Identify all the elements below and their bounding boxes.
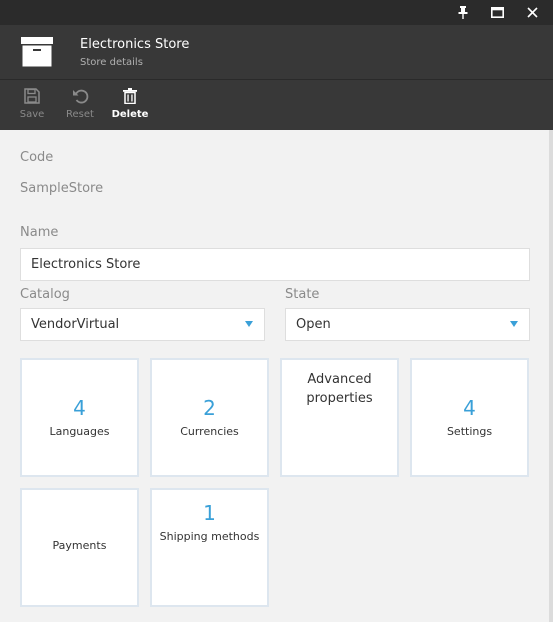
blade-content: Code SampleStore Name Electronics Store … <box>0 130 549 622</box>
archive-box-icon <box>21 37 53 71</box>
delete-label: Delete <box>111 109 149 120</box>
advanced-properties-label: Advanced properties <box>306 372 373 406</box>
toolbar: Save Reset Delete <box>0 80 553 130</box>
name-label: Name <box>20 225 59 240</box>
state-select[interactable]: Open <box>285 308 530 341</box>
chevron-down-icon <box>510 321 518 327</box>
save-button[interactable]: Save <box>16 80 48 130</box>
state-label: State <box>285 287 320 302</box>
payments-tile[interactable]: Payments <box>20 488 139 607</box>
catalog-select-value: VendorVirtual <box>31 317 120 332</box>
page-subtitle: Store details <box>80 57 143 68</box>
settings-count: 4 <box>463 396 476 420</box>
name-input[interactable]: Electronics Store <box>20 248 530 281</box>
undo-icon <box>72 87 89 105</box>
delete-button[interactable]: Delete <box>110 80 150 130</box>
name-input-value: Electronics Store <box>31 257 141 272</box>
window-titlebar <box>0 0 553 25</box>
pin-icon <box>458 6 468 19</box>
floppy-disk-icon <box>24 87 40 105</box>
chevron-down-icon <box>245 321 253 327</box>
shipping-methods-label: Shipping methods <box>159 530 260 543</box>
payments-label: Payments <box>52 539 107 552</box>
blade-header: Electronics Store Store details <box>0 25 553 80</box>
maximize-button[interactable] <box>480 0 514 25</box>
languages-tile[interactable]: 4 Languages <box>20 358 139 477</box>
reset-label: Reset <box>66 109 94 120</box>
page-title: Electronics Store <box>80 37 190 52</box>
code-value: SampleStore <box>20 181 104 196</box>
maximize-icon <box>490 7 504 18</box>
code-label: Code <box>20 150 54 165</box>
state-select-value: Open <box>296 317 331 332</box>
close-button[interactable] <box>515 0 549 25</box>
pin-button[interactable] <box>446 0 480 25</box>
reset-button[interactable]: Reset <box>62 80 98 130</box>
settings-label: Settings <box>446 425 493 438</box>
catalog-select[interactable]: VendorVirtual <box>20 308 265 341</box>
close-icon <box>526 7 538 18</box>
shipping-methods-tile[interactable]: 1 Shipping methods <box>150 488 269 607</box>
currencies-count: 2 <box>203 396 216 420</box>
currencies-tile[interactable]: 2 Currencies <box>150 358 269 477</box>
catalog-label: Catalog <box>20 287 70 302</box>
shipping-methods-count: 1 <box>203 501 216 525</box>
settings-tile[interactable]: 4 Settings <box>410 358 529 477</box>
languages-label: Languages <box>49 425 110 438</box>
languages-count: 4 <box>73 396 86 420</box>
vertical-scrollbar[interactable] <box>549 130 553 622</box>
advanced-properties-tile[interactable]: Advanced properties <box>280 358 399 477</box>
save-label: Save <box>19 109 45 120</box>
currencies-label: Currencies <box>180 425 239 438</box>
trash-icon <box>123 87 137 105</box>
